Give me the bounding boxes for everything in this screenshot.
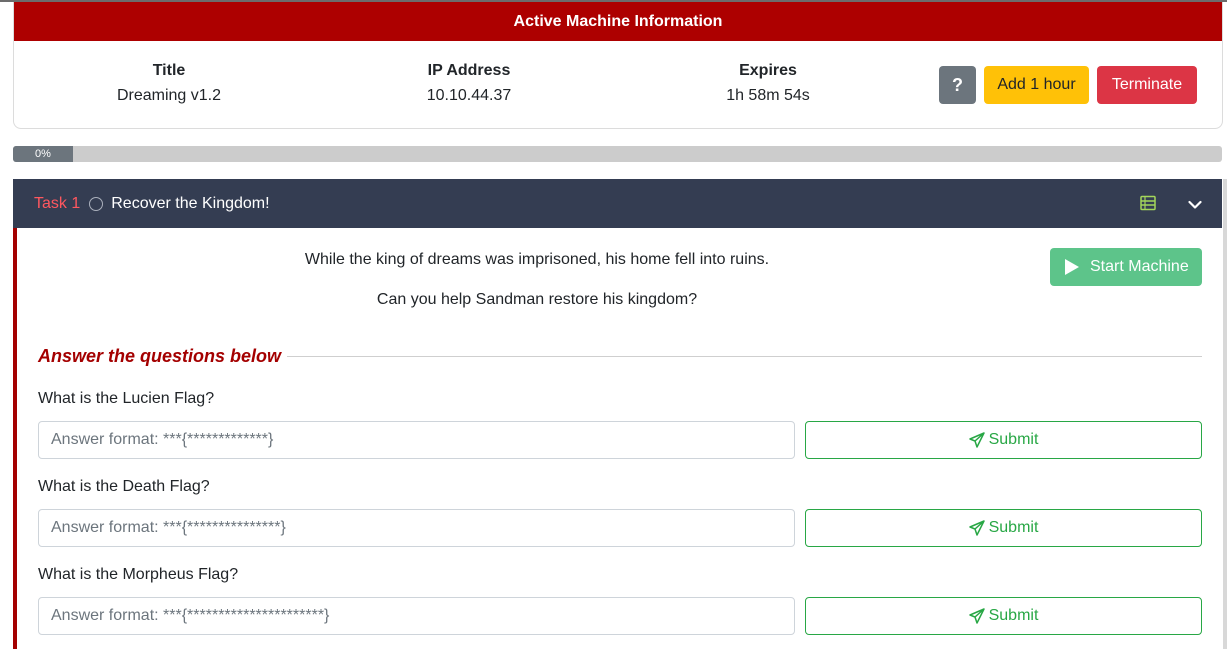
machine-expires-label: Expires (739, 62, 797, 79)
start-machine-button[interactable]: Start Machine (1050, 248, 1202, 286)
answer-input-2[interactable] (38, 509, 795, 547)
machine-expires-col: Expires 1h 58m 54s (648, 62, 888, 105)
divider (287, 356, 1202, 357)
question-1-text: What is the Lucien Flag? (38, 390, 215, 407)
machine-ip-col: IP Address 10.10.44.37 (349, 62, 589, 105)
machine-title-value: Dreaming v1.2 (116, 87, 222, 104)
start-machine-label: Start Machine (1090, 258, 1189, 275)
machine-ip-value: 10.10.44.37 (426, 87, 512, 104)
paper-plane-icon (968, 520, 985, 536)
play-icon (1065, 259, 1079, 275)
submit-label-2: Submit (988, 519, 1039, 536)
terminate-button[interactable]: Terminate (1097, 66, 1197, 104)
progress-fill: 0% (13, 146, 73, 162)
task-body: While the king of dreams was imprisoned,… (13, 228, 1222, 649)
task-number: Task 1 (34, 194, 81, 212)
scrollbar[interactable] (1223, 179, 1227, 649)
chevron-down-icon[interactable] (1188, 197, 1202, 209)
task-title: Recover the Kingdom! (111, 194, 270, 212)
add-hour-button[interactable]: Add 1 hour (984, 66, 1089, 104)
task-card: Task 1 Recover the Kingdom! While the ki… (13, 179, 1222, 649)
machine-expires-value: 1h 58m 54s (726, 87, 810, 104)
active-machine-card: Active Machine Information Title Dreamin… (13, 2, 1223, 129)
question-3-text: What is the Morpheus Flag? (38, 566, 239, 583)
submit-button-1[interactable]: Submit (805, 421, 1202, 459)
help-button[interactable]: ? (939, 66, 976, 104)
machine-ip-label: IP Address (427, 62, 511, 79)
machine-header: Active Machine Information (14, 2, 1222, 41)
task-header[interactable]: Task 1 Recover the Kingdom! (13, 179, 1222, 228)
progress-bar: 0% (13, 146, 1222, 162)
task-description-2: Can you help Sandman restore his kingdom… (376, 291, 698, 308)
machine-title-col: Title Dreaming v1.2 (49, 62, 289, 105)
machine-title-label: Title (152, 62, 186, 79)
submit-button-2[interactable]: Submit (805, 509, 1202, 547)
answer-input-1[interactable] (38, 421, 795, 459)
paper-plane-icon (968, 432, 985, 448)
submit-button-3[interactable]: Submit (805, 597, 1202, 635)
list-icon[interactable] (1140, 195, 1156, 211)
answer-input-3[interactable] (38, 597, 795, 635)
progress-label: 0% (35, 148, 51, 160)
answer-heading: Answer the questions below (38, 346, 282, 366)
paper-plane-icon (968, 608, 985, 624)
submit-label-3: Submit (988, 607, 1039, 624)
circle-status-icon (89, 196, 104, 211)
task-description-1: While the king of dreams was imprisoned,… (304, 251, 770, 268)
question-2-text: What is the Death Flag? (38, 478, 210, 495)
submit-label-1: Submit (988, 431, 1039, 448)
